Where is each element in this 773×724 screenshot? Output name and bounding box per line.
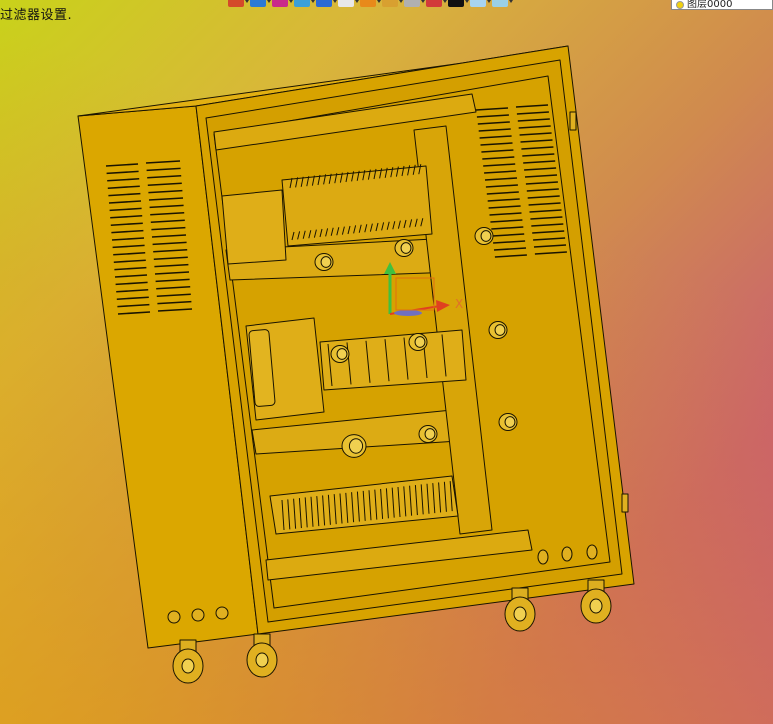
bolt xyxy=(474,226,494,246)
front-knockout-3 xyxy=(586,544,598,560)
bolt xyxy=(341,434,367,458)
axis-x-label: X xyxy=(455,297,463,311)
front-knockout-1 xyxy=(537,549,549,565)
bolt xyxy=(418,424,438,444)
bolt xyxy=(488,320,508,340)
bolt xyxy=(394,238,414,258)
caster-wheel xyxy=(172,639,204,684)
cad-viewport[interactable]: X xyxy=(0,0,773,724)
side-knockout-3 xyxy=(215,606,229,620)
caster-wheel xyxy=(246,633,278,678)
bolt xyxy=(314,252,334,272)
bolt xyxy=(408,332,428,352)
breaker-group xyxy=(221,189,287,265)
hinge-bottom xyxy=(621,493,629,513)
front-knockout-2 xyxy=(561,546,573,562)
bolt xyxy=(498,412,518,432)
hinge-top xyxy=(569,111,577,131)
side-knockout-1 xyxy=(167,610,181,624)
side-knockout-2 xyxy=(191,608,205,622)
bolt xyxy=(330,344,350,364)
